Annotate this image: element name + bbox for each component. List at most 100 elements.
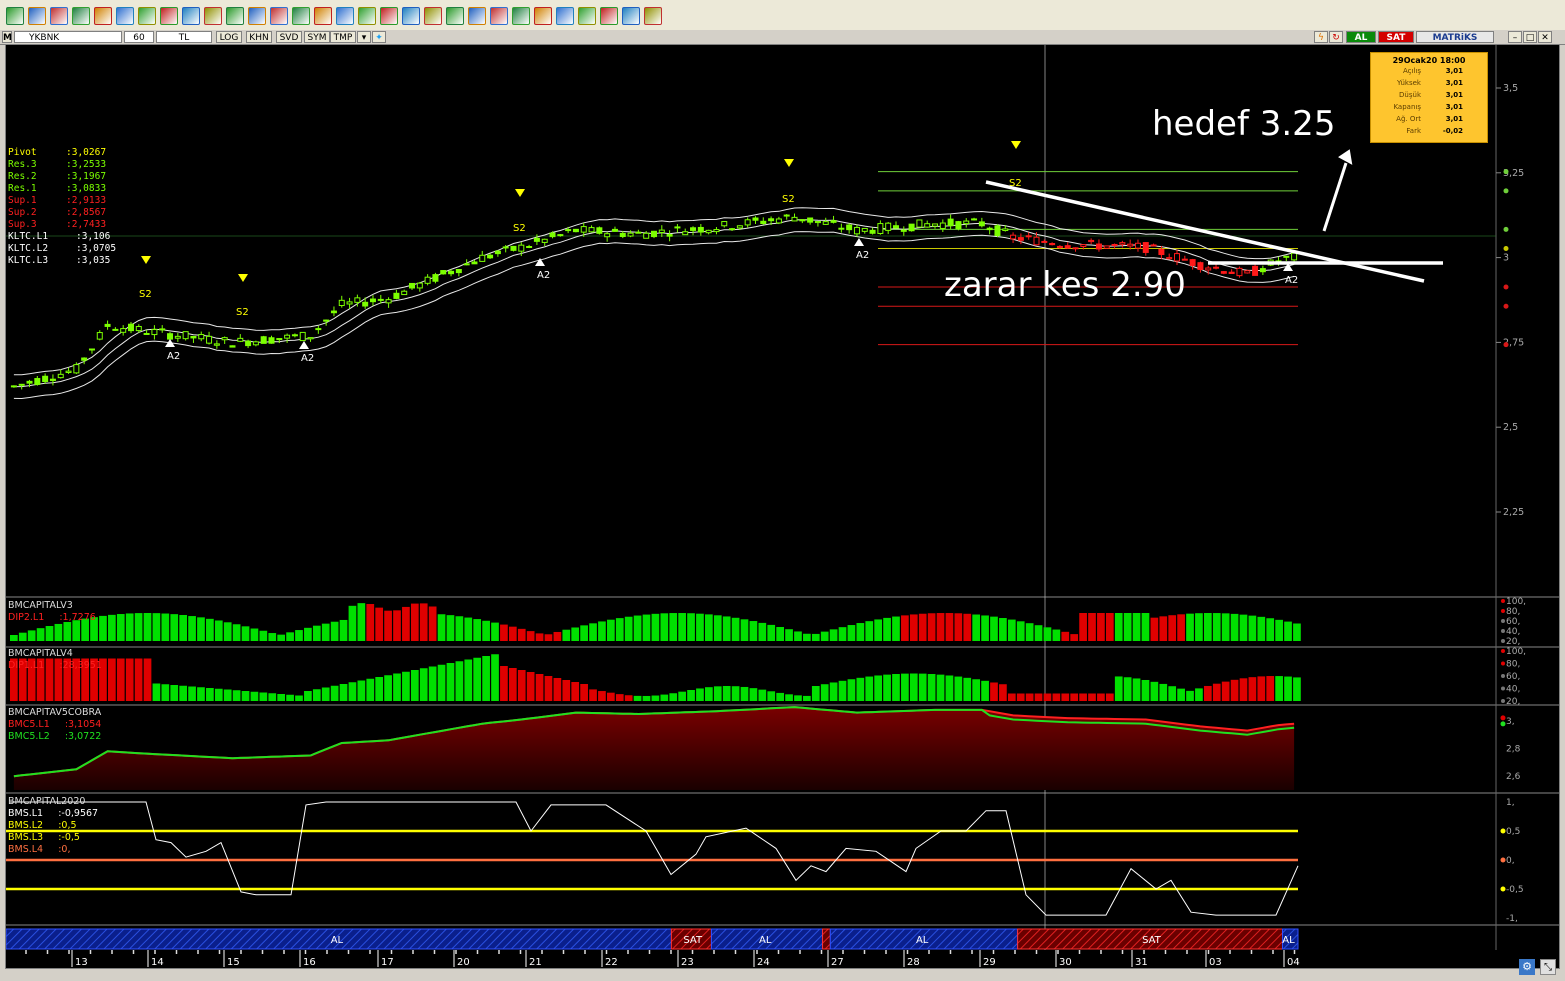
v3-histogram-bar — [116, 614, 125, 641]
cursor-icon[interactable] — [28, 7, 46, 25]
rect-icon[interactable] — [358, 7, 376, 25]
andrew-icon[interactable] — [424, 7, 442, 25]
indicator-axis-label: 3, — [1506, 717, 1515, 727]
symbol-input[interactable]: YKBNK — [14, 31, 122, 43]
candle-body — [252, 341, 259, 346]
ellipse-icon[interactable] — [336, 7, 354, 25]
tools-icon[interactable] — [94, 7, 112, 25]
gann-icon[interactable] — [270, 7, 288, 25]
candle-body — [1291, 252, 1298, 261]
v3-histogram-bar — [206, 618, 214, 641]
edit-icon[interactable] — [72, 7, 90, 25]
candle-body — [307, 337, 314, 340]
v4-histogram-bar — [108, 658, 116, 701]
v4-histogram-bar — [268, 693, 277, 701]
sell-signal-label: S2 — [782, 194, 795, 205]
v4-histogram-bar — [410, 670, 419, 701]
candle-body — [198, 334, 205, 340]
candle-body — [471, 261, 478, 265]
candle-body — [57, 373, 64, 379]
v3-histogram-bar — [794, 631, 802, 641]
v3-histogram-bar — [892, 616, 900, 641]
info-box-row: Yüksek 3,01 — [1397, 79, 1463, 87]
twitter-icon[interactable]: ✦ — [372, 31, 386, 43]
candle-body — [932, 223, 939, 227]
axis-dot — [1501, 619, 1505, 623]
vline-icon[interactable] — [182, 7, 200, 25]
v4-histogram-bar — [125, 658, 134, 701]
period-select[interactable]: 60 — [124, 31, 154, 43]
v3-histogram-bar — [829, 629, 838, 641]
speed-icon[interactable] — [402, 7, 420, 25]
up-icon[interactable] — [556, 7, 574, 25]
channel-icon[interactable] — [226, 7, 244, 25]
v3-histogram-bar — [553, 631, 562, 641]
v4-histogram-bar — [794, 695, 802, 701]
candle-body — [1197, 262, 1204, 270]
settings-icon[interactable]: ⚙ — [1519, 959, 1535, 975]
price-axis-label: 2,25 — [1503, 507, 1524, 518]
candle-body — [494, 250, 501, 255]
minimize-icon[interactable]: – — [1508, 31, 1522, 43]
v4-histogram-bar — [1105, 693, 1114, 701]
left-icon[interactable] — [512, 7, 530, 25]
price-chart-canvas[interactable]: 3,53,2532,752,52,25S2S2S2S2S2A2 A2A2A2A21… — [6, 45, 1560, 969]
currency-select[interactable]: TL — [156, 31, 212, 43]
text-icon[interactable] — [314, 7, 332, 25]
indicator-axis-label: 0, — [1506, 856, 1515, 866]
down-icon[interactable] — [578, 7, 596, 25]
arrow-icon[interactable] — [292, 7, 310, 25]
v4-histogram-bar — [491, 654, 499, 701]
v4-histogram-bar — [277, 694, 286, 701]
log-button[interactable]: LOG — [216, 31, 242, 43]
candle-body — [1041, 240, 1048, 243]
eraser-icon[interactable] — [138, 7, 156, 25]
v3-histogram-bar — [402, 606, 410, 641]
v4-histogram-bar — [758, 689, 767, 701]
hline-icon[interactable] — [160, 7, 178, 25]
v4-histogram-bar — [892, 674, 900, 701]
v3-histogram-bar — [419, 603, 428, 641]
v4-histogram-bar — [571, 682, 580, 701]
axis-dot — [1501, 639, 1505, 643]
alarm-icon[interactable] — [600, 7, 618, 25]
v4-histogram-bar — [1186, 690, 1194, 701]
chevron-down-icon[interactable]: ▾ — [357, 31, 371, 43]
regression-icon[interactable] — [446, 7, 464, 25]
ruler-icon[interactable] — [622, 7, 640, 25]
sell-button[interactable]: SAT — [1378, 31, 1414, 43]
bell-icon[interactable] — [490, 7, 508, 25]
price-icon[interactable] — [468, 7, 486, 25]
maximize-icon[interactable]: □ — [1523, 31, 1537, 43]
candle-body — [885, 222, 892, 231]
close-icon[interactable]: ✕ — [1538, 31, 1552, 43]
resize-icon[interactable]: ⤡ — [1540, 959, 1556, 975]
v4-histogram-bar — [776, 692, 784, 701]
v3-histogram-bar — [1150, 617, 1159, 641]
khn-button[interactable]: KHN — [246, 31, 272, 43]
refresh-icon[interactable]: ↻ — [1329, 31, 1343, 43]
v3-histogram-bar — [1016, 621, 1025, 641]
v4-histogram-bar — [375, 677, 384, 701]
chart-window[interactable]: 3,5 3,25 3 2,75 2,5 2,25 S2 S2 S2 S2 S2 A2 A2 A2 A2 A2 1… — [5, 44, 1560, 969]
v3-histogram-bar — [188, 616, 196, 641]
trend-icon[interactable] — [204, 7, 222, 25]
fib-icon[interactable] — [248, 7, 266, 25]
zoom-icon[interactable] — [50, 7, 68, 25]
v4-histogram-bar — [544, 676, 553, 701]
pencil-icon[interactable] — [116, 7, 134, 25]
tmp-button[interactable]: TMP — [330, 31, 356, 43]
candle-body — [112, 328, 119, 331]
buy-button[interactable]: AL — [1346, 31, 1376, 43]
svd-button[interactable]: SVD — [276, 31, 302, 43]
wave-icon[interactable] — [644, 7, 662, 25]
cycle-icon[interactable] — [380, 7, 398, 25]
candle-body — [1088, 239, 1095, 243]
sym-button[interactable]: SYM — [304, 31, 330, 43]
v4-histogram-bar — [722, 686, 731, 701]
v3-histogram-bar — [1034, 625, 1043, 641]
lock-icon[interactable] — [6, 7, 24, 25]
right-icon[interactable] — [534, 7, 552, 25]
candle-body — [1049, 243, 1056, 246]
lightning-icon[interactable]: ϟ — [1314, 31, 1328, 43]
